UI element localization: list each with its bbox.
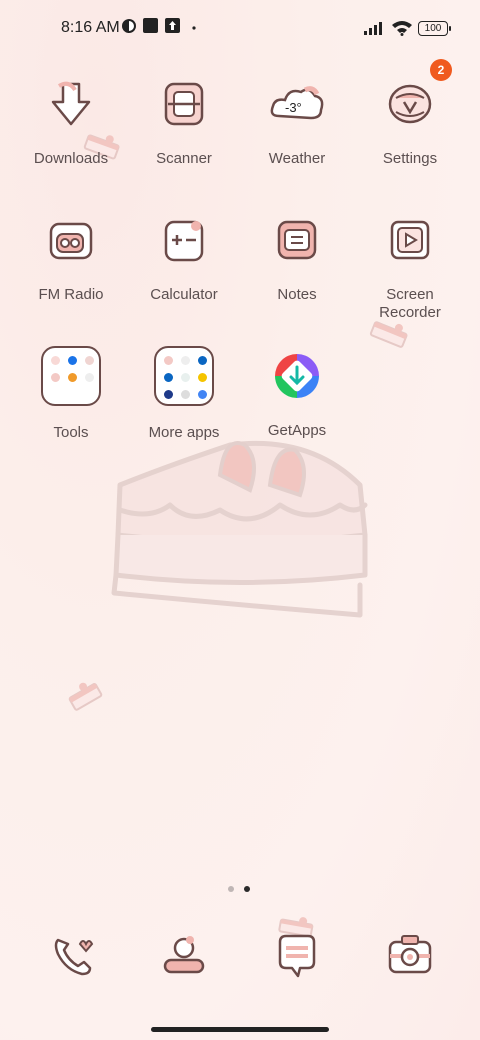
app-notes[interactable]: Notes xyxy=(241,208,353,304)
downloads-icon xyxy=(39,72,103,136)
app-notification-icon xyxy=(143,18,158,33)
status-bar: 8:16 AM 100 xyxy=(0,0,480,56)
notes-icon xyxy=(265,208,329,272)
gesture-navigation-bar[interactable] xyxy=(151,1027,329,1032)
app-weather[interactable]: -3° Weather xyxy=(241,72,353,168)
cake-slice-decoration-icon xyxy=(68,682,103,711)
app-fm-radio[interactable]: FM Radio xyxy=(15,208,127,304)
radio-icon xyxy=(39,208,103,272)
upload-icon xyxy=(165,18,180,33)
page-dot-1[interactable] xyxy=(228,886,234,892)
messages-icon xyxy=(278,934,316,978)
getapps-icon xyxy=(265,344,329,408)
settings-notification-badge: 2 xyxy=(430,59,452,81)
data-saver-icon xyxy=(122,19,136,33)
settings-icon xyxy=(378,72,442,136)
app-label: Settings xyxy=(382,150,438,167)
page-dot-2-active[interactable] xyxy=(244,886,250,892)
signal-icon xyxy=(364,22,382,35)
app-label: Downloads xyxy=(33,150,109,167)
app-label: Scanner xyxy=(156,150,212,167)
weather-temperature: -3° xyxy=(285,100,302,115)
app-label: FM Radio xyxy=(38,286,104,303)
contacts-icon xyxy=(163,936,205,974)
app-label: Tools xyxy=(53,424,89,441)
app-label: Calculator xyxy=(150,286,218,303)
app-label: More apps xyxy=(148,424,220,441)
app-downloads[interactable]: Downloads xyxy=(15,72,127,168)
folder-tools[interactable]: Tools xyxy=(15,344,127,442)
app-label: Weather xyxy=(268,150,326,167)
app-screen-recorder[interactable]: Screen Recorder xyxy=(354,208,466,322)
dock-messages[interactable] xyxy=(268,926,324,982)
cake-wallpaper-illustration xyxy=(111,440,368,618)
screen-recorder-icon xyxy=(378,208,442,272)
dock-phone[interactable] xyxy=(44,926,100,982)
app-settings[interactable]: Settings xyxy=(354,72,466,168)
weather-icon: -3° xyxy=(265,72,329,136)
folder-more-apps[interactable]: More apps xyxy=(128,344,240,442)
app-label: Notes xyxy=(277,286,317,303)
more-apps-folder-icon xyxy=(152,346,216,410)
calculator-icon xyxy=(152,208,216,272)
app-getapps[interactable]: GetApps xyxy=(241,344,353,440)
app-calculator[interactable]: Calculator xyxy=(128,208,240,304)
app-label: Screen Recorder xyxy=(379,286,441,321)
app-scanner[interactable]: Scanner xyxy=(128,72,240,168)
camera-icon xyxy=(388,935,432,974)
status-time: 8:16 AM xyxy=(61,19,120,36)
dock-camera[interactable] xyxy=(382,926,438,982)
phone-icon xyxy=(54,938,94,976)
battery-indicator: 100 xyxy=(418,21,451,36)
app-label: GetApps xyxy=(267,422,327,439)
wifi-icon xyxy=(392,21,412,36)
more-notifications-icon xyxy=(192,26,196,30)
dock-contacts[interactable] xyxy=(156,926,212,982)
page-indicator[interactable] xyxy=(228,879,260,897)
scanner-icon xyxy=(152,72,216,136)
tools-folder-icon xyxy=(39,346,103,410)
